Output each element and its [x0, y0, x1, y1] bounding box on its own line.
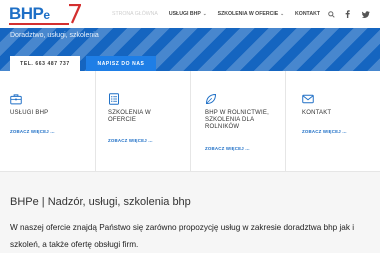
nav-item-label: Kontakt: [295, 11, 321, 17]
content-section: BHPe | Nadzór, usługi, szkolenia bhp W n…: [0, 172, 380, 253]
nav-item-services[interactable]: Usługi BHP ⌄: [169, 11, 207, 17]
chevron-down-icon: ⌄: [202, 11, 207, 16]
page-title: BHPe | Nadzór, usługi, szkolenia bhp: [10, 196, 191, 208]
nav-item-label: Strona główna: [112, 11, 158, 17]
briefcase-icon: [10, 94, 22, 105]
nav-item-trainings[interactable]: Szkolenia w ofercie ⌄: [218, 11, 284, 17]
service-more-link[interactable]: ZOBACZ WIĘCEJ ...: [10, 129, 55, 134]
site-header: BHPe Strona główna Usługi BHP ⌄ Szkolenia…: [0, 0, 380, 28]
write-to-us-button[interactable]: NAPISZ DO NAS: [86, 56, 156, 71]
service-more-link[interactable]: ZOBACZ WIĘCEJ ...: [302, 129, 347, 134]
nav-item-home[interactable]: Strona główna: [112, 11, 158, 17]
logo-text: BHPe: [9, 5, 50, 24]
nav-item-label: Usługi BHP: [168, 11, 201, 17]
facebook-icon[interactable]: [345, 10, 353, 18]
logo-underline: [9, 23, 69, 25]
service-card-bhp[interactable]: USŁUGI BHP ZOBACZ WIĘCEJ ...: [0, 71, 95, 171]
hero-subtitle: Doradztwo, usługi, szkolenia: [10, 32, 99, 39]
twitter-icon[interactable]: [362, 10, 370, 18]
logo-text-main: BHP: [9, 4, 44, 23]
service-title: SZKOLENIA W OFERCIE: [108, 110, 151, 124]
services-section: USŁUGI BHP ZOBACZ WIĘCEJ ... SZKOLENIA W…: [0, 71, 380, 172]
service-more-link[interactable]: ZOBACZ WIĘCEJ ...: [108, 138, 153, 143]
hero-banner: Doradztwo, usługi, szkolenia TEL. 663 48…: [0, 28, 380, 71]
intro-paragraph: W naszej ofercie znajdą Państwo się zaró…: [10, 223, 355, 249]
leaf-icon: [206, 94, 216, 104]
service-more-link[interactable]: ZOBACZ WIĘCEJ ...: [205, 146, 250, 151]
logo-slash-icon: [69, 4, 81, 24]
nav-item-label: Szkolenia w ofercie: [217, 11, 279, 17]
phone-button[interactable]: TEL. 663 487 737: [10, 56, 80, 71]
search-icon[interactable]: [328, 10, 336, 18]
main-nav: Strona główna Usługi BHP ⌄ Szkolenia w of…: [112, 0, 331, 28]
service-title: USŁUGI BHP: [10, 110, 49, 116]
service-title: KONTAKT: [302, 110, 332, 116]
bhpe-logo[interactable]: BHPe: [9, 4, 89, 25]
nav-item-contact[interactable]: Kontakt: [295, 11, 320, 17]
nav-icons: [319, 0, 370, 28]
mail-icon: [302, 94, 314, 104]
chevron-down-icon: ⌄: [280, 11, 285, 16]
service-card-trainings[interactable]: SZKOLENIA W OFERCIE ZOBACZ WIĘCEJ ...: [95, 71, 190, 171]
service-title: BHP W ROLNICTWIE, SZKOLENIA DLA ROLNIKÓW: [205, 110, 269, 131]
service-card-contact[interactable]: KONTAKT ZOBACZ WIĘCEJ ...: [285, 71, 380, 171]
document-list-icon: [109, 93, 119, 105]
service-card-agriculture[interactable]: BHP W ROLNICTWIE, SZKOLENIA DLA ROLNIKÓW…: [190, 71, 285, 171]
logo-text-e: e: [43, 8, 50, 22]
